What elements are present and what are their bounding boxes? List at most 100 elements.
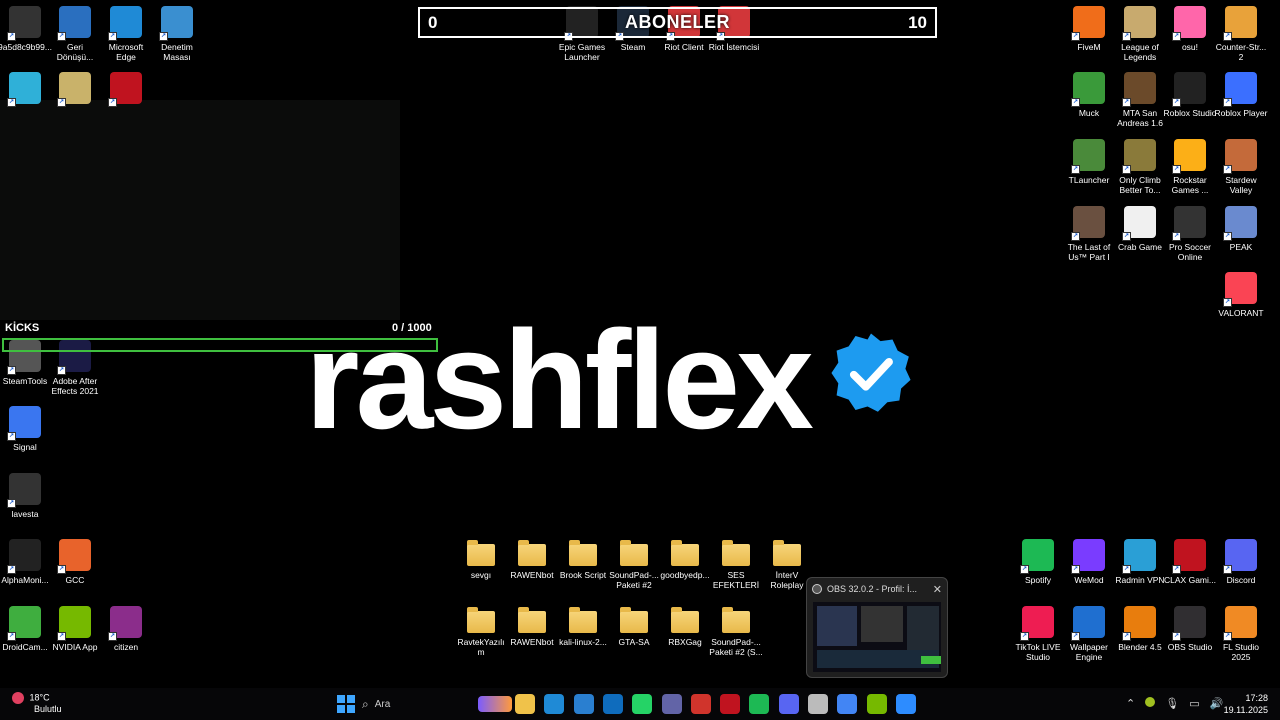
obs-window-thumbnail[interactable]: OBS 32.0.2 - Profil: İ... ✕	[806, 577, 948, 678]
desktop-shortcut[interactable]: ↗ PEAK	[1214, 206, 1268, 252]
nvidia-icon[interactable]	[866, 694, 887, 714]
desktop-shortcut[interactable]: ↗ The Last of Us™ Part I	[1062, 206, 1116, 262]
desktop-shortcut[interactable]: ↗ Radmin VPN	[1113, 539, 1167, 585]
start-button[interactable]	[337, 695, 355, 713]
desktop-shortcut[interactable]: SES EFEKTLERİ	[709, 539, 763, 590]
desktop-shortcut[interactable]: ↗	[99, 72, 153, 108]
discord-icon[interactable]	[778, 694, 799, 714]
desktop-shortcut[interactable]: sevgı	[454, 539, 508, 580]
spotify-icon[interactable]	[749, 694, 770, 714]
shortcut-arrow-icon: ↗	[1020, 632, 1029, 641]
shortcut-label: Muck	[1078, 108, 1100, 118]
desktop-shortcut[interactable]: RavtekYazılım	[454, 606, 508, 657]
desktop-shortcut[interactable]: GTA-SA	[607, 606, 661, 647]
shortcut-label: Denetim Masası	[161, 42, 193, 62]
desktop-shortcut[interactable]: RBXGag	[658, 606, 712, 647]
wemod-icon[interactable]	[690, 694, 711, 714]
signal-icon: ↗	[7, 406, 41, 441]
desktop-shortcut[interactable]: ↗ Discord	[1214, 539, 1268, 585]
chrome-icon[interactable]	[837, 694, 858, 714]
desktop-shortcut[interactable]: ↗ 9a5d8c9b99...	[0, 6, 52, 52]
desktop-shortcut[interactable]: ↗ Spotify	[1011, 539, 1065, 585]
droidcam-icon: ↗	[7, 606, 41, 641]
desktop-shortcut[interactable]: ↗	[0, 72, 52, 108]
shortcut-label: SteamTools	[2, 376, 48, 386]
desktop-shortcut[interactable]: RAWENbot	[505, 606, 559, 647]
shortcut-label: TikTok LIVE Studio	[1015, 642, 1061, 662]
desktop-shortcut[interactable]: ↗	[48, 72, 102, 108]
desktop-shortcut[interactable]: ↗ Roblox Player	[1214, 72, 1268, 118]
store-icon[interactable]	[573, 694, 594, 714]
roblox-icon: ↗	[1223, 72, 1257, 107]
desktop-shortcut[interactable]: ↗ AlphaMoni...	[0, 539, 52, 585]
weather-icon	[12, 692, 24, 704]
desktop-shortcut[interactable]: ↗ WeMod	[1062, 539, 1116, 585]
desktop-shortcut[interactable]: ↗ Geri Dönüşü...	[48, 6, 102, 62]
desktop-shortcut[interactable]: ↗ Counter-Str... 2	[1214, 6, 1268, 62]
desktop-shortcut[interactable]: ↗ Rockstar Games ...	[1163, 139, 1217, 195]
desktop-shortcut[interactable]: goodbyedp...	[658, 539, 712, 580]
network-icon[interactable]: ▭	[1189, 697, 1199, 710]
desktop-shortcut[interactable]: RAWENbot	[505, 539, 559, 580]
shortcut-label: Blender 4.5	[1118, 642, 1162, 652]
shortcut-arrow-icon: ↗	[57, 98, 66, 107]
whatsapp-icon[interactable]	[632, 694, 653, 714]
desktop-shortcut[interactable]: ↗ Denetim Masası	[150, 6, 204, 62]
chevron-up-icon[interactable]: ⌃	[1126, 697, 1135, 710]
desktop-shortcut[interactable]: ↗ Only Climb Better To...	[1113, 139, 1167, 195]
desktop-shortcut[interactable]: ↗ TLauncher	[1062, 139, 1116, 185]
desktop-shortcut[interactable]: ↗ OBS Studio	[1163, 606, 1217, 652]
taskbar-clock[interactable]: 17:28 19.11.2025	[1224, 692, 1268, 716]
desktop-shortcut[interactable]: ↗ GCC	[48, 539, 102, 585]
outlook-icon[interactable]	[602, 694, 623, 714]
desktop-shortcut[interactable]: ↗ VALORANT	[1214, 272, 1268, 318]
desktop-shortcut[interactable]: SoundPad-... Paketi #2 (S...	[709, 606, 763, 657]
shortcut-arrow-icon: ↗	[7, 32, 16, 41]
desktop-shortcut[interactable]: ↗ osu!	[1163, 6, 1217, 52]
wallpaper-engine-icon: ↗	[1071, 606, 1105, 641]
close-icon[interactable]: ✕	[933, 583, 942, 596]
radmin-icon: ↗	[1122, 539, 1156, 574]
opera-icon[interactable]	[720, 694, 741, 714]
desktop-shortcut[interactable]: Brook Script	[556, 539, 610, 580]
notepad-icon[interactable]	[808, 694, 828, 714]
folder-icon	[773, 540, 801, 566]
shortcut-arrow-icon: ↗	[1223, 165, 1232, 174]
desktop-shortcut[interactable]: ↗ CLAX Gami...	[1163, 539, 1217, 585]
taskbar-search[interactable]: ⌕ Ara	[362, 691, 512, 717]
desktop-shortcut[interactable]: kali-linux-2...	[556, 606, 610, 647]
desktop-shortcut[interactable]: ↗ FiveM	[1062, 6, 1116, 52]
desktop-shortcut[interactable]: ↗ lavesta	[0, 473, 52, 519]
desktop-shortcut[interactable]: ↗ Wallpaper Engine	[1062, 606, 1116, 662]
desktop-shortcut[interactable]: ↗ NVIDIA App	[48, 606, 102, 652]
desktop-shortcut[interactable]: ↗ FL Studio 2025	[1214, 606, 1268, 662]
desktop-shortcut[interactable]: ↗ Signal	[0, 406, 52, 452]
edge-icon[interactable]	[544, 694, 565, 714]
desktop-shortcut[interactable]: ↗ citizen	[99, 606, 153, 652]
tray-app-icon[interactable]	[1145, 697, 1156, 707]
microphone-icon[interactable]: 🎙	[1165, 697, 1179, 710]
desktop-shortcut[interactable]: SoundPad-... Paketi #2	[607, 539, 661, 590]
desktop-shortcut[interactable]: ↗ Pro Soccer Online	[1163, 206, 1217, 262]
volume-icon[interactable]: 🔊	[1210, 697, 1224, 710]
desktop-shortcut[interactable]: ↗ DroidCam...	[0, 606, 52, 652]
weather-widget[interactable]: 18°C Bulutlu	[12, 692, 62, 715]
desktop-shortcut[interactable]: ↗ League of Legends	[1113, 6, 1167, 62]
shortcut-arrow-icon: ↗	[1122, 632, 1131, 641]
shortcut-label: lavesta	[11, 509, 39, 519]
shortcut-label: Radmin VPN	[1115, 575, 1165, 585]
desktop-shortcut[interactable]: ↗ Muck	[1062, 72, 1116, 118]
shortcut-arrow-icon: ↗	[57, 565, 66, 574]
file-explorer-icon[interactable]	[515, 694, 535, 714]
desktop-shortcut[interactable]: ↗ Microsoft Edge	[99, 6, 153, 62]
desktop-shortcut[interactable]: ↗ MTA San Andreas 1.6	[1113, 72, 1167, 128]
teams-icon[interactable]	[661, 694, 682, 714]
shortcut-label: GCC	[65, 575, 85, 585]
zoom-icon[interactable]	[895, 694, 916, 714]
desktop-shortcut[interactable]: ↗ Blender 4.5	[1113, 606, 1167, 652]
desktop-shortcut[interactable]: ↗ Crab Game	[1113, 206, 1167, 252]
desktop-shortcut[interactable]: ↗ Stardew Valley	[1214, 139, 1268, 195]
shortcut-label: AlphaMoni...	[1, 575, 49, 585]
desktop-shortcut[interactable]: ↗ Roblox Studio	[1163, 72, 1217, 118]
desktop-shortcut[interactable]: ↗ TikTok LIVE Studio	[1011, 606, 1065, 662]
